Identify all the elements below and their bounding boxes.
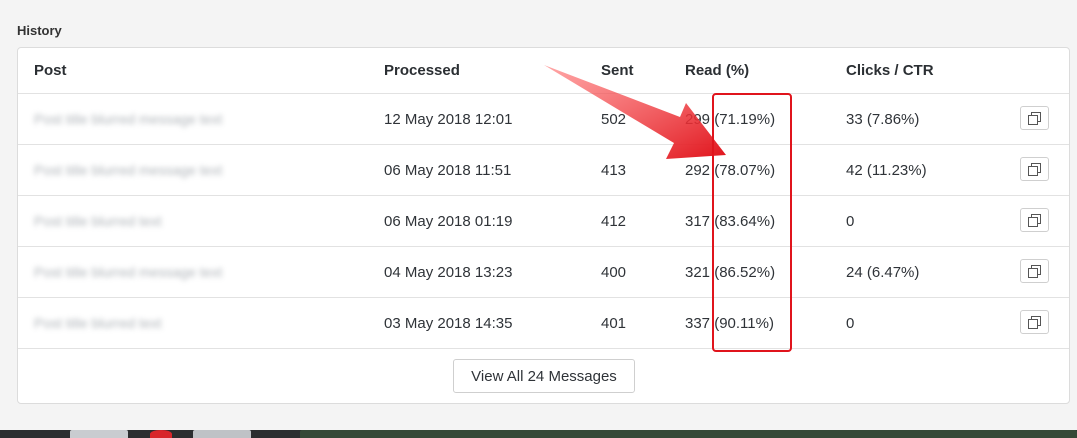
copy-icon (1028, 213, 1041, 227)
taskbar-item[interactable] (70, 430, 128, 438)
table-row: Post title blurred text 06 May 2018 01:1… (18, 196, 1069, 247)
taskbar-item[interactable] (150, 430, 172, 438)
read-percent: 337 (90.11%) (685, 314, 774, 332)
read-percent: 317 (83.64%) (685, 212, 776, 230)
clicks-ctr: 33 (7.86%) (846, 110, 920, 128)
history-table: Post Processed Sent Read (%) Clicks / CT… (17, 47, 1070, 404)
copy-icon (1028, 162, 1041, 176)
clicks-ctr: 42 (11.23%) (846, 161, 927, 179)
clicks-ctr: 0 (846, 314, 855, 332)
clicks-ctr: 0 (846, 212, 855, 230)
view-all-messages-button[interactable]: View All 24 Messages (453, 359, 635, 393)
post-title[interactable]: Post title blurred message text (34, 247, 222, 297)
processed-date: 03 May 2018 14:35 (384, 314, 513, 332)
processed-date: 06 May 2018 01:19 (384, 212, 513, 230)
copy-button[interactable] (1020, 259, 1049, 283)
sent-count: 413 (601, 161, 627, 179)
section-title: History (17, 23, 62, 38)
header-clicks[interactable]: Clicks / CTR (846, 48, 934, 93)
header-post[interactable]: Post (34, 48, 67, 93)
table-header: Post Processed Sent Read (%) Clicks / CT… (18, 48, 1069, 94)
post-title[interactable]: Post title blurred text (34, 298, 162, 348)
sent-count: 412 (601, 212, 627, 230)
taskbar (0, 430, 1077, 438)
sent-count: 401 (601, 314, 627, 332)
header-processed[interactable]: Processed (384, 48, 460, 93)
read-percent: 292 (78.07%) (685, 161, 776, 179)
copy-icon (1028, 315, 1041, 329)
post-title[interactable]: Post title blurred message text (34, 94, 222, 144)
copy-button[interactable] (1020, 157, 1049, 181)
table-row: Post title blurred message text 06 May 2… (18, 145, 1069, 196)
table-row: Post title blurred text 03 May 2018 14:3… (18, 298, 1069, 349)
copy-button[interactable] (1020, 208, 1049, 232)
taskbar-background (300, 430, 1077, 438)
post-title[interactable]: Post title blurred message text (34, 145, 222, 195)
read-percent: 321 (86.52%) (685, 263, 776, 281)
taskbar-item[interactable] (193, 430, 251, 438)
processed-date: 04 May 2018 13:23 (384, 263, 513, 281)
header-read[interactable]: Read (%) (685, 48, 749, 93)
processed-date: 06 May 2018 11:51 (384, 161, 512, 179)
copy-button[interactable] (1020, 310, 1049, 334)
sent-count: 400 (601, 263, 627, 281)
copy-button[interactable] (1020, 106, 1049, 130)
processed-date: 12 May 2018 12:01 (384, 110, 513, 128)
table-row: Post title blurred message text 04 May 2… (18, 247, 1069, 298)
copy-icon (1028, 111, 1041, 125)
sent-count: 502 (601, 110, 627, 128)
read-percent: 299 (71.19%) (685, 110, 776, 128)
header-sent[interactable]: Sent (601, 48, 634, 93)
clicks-ctr: 24 (6.47%) (846, 263, 920, 281)
table-row: Post title blurred message text 12 May 2… (18, 94, 1069, 145)
copy-icon (1028, 264, 1041, 278)
post-title[interactable]: Post title blurred text (34, 196, 162, 246)
